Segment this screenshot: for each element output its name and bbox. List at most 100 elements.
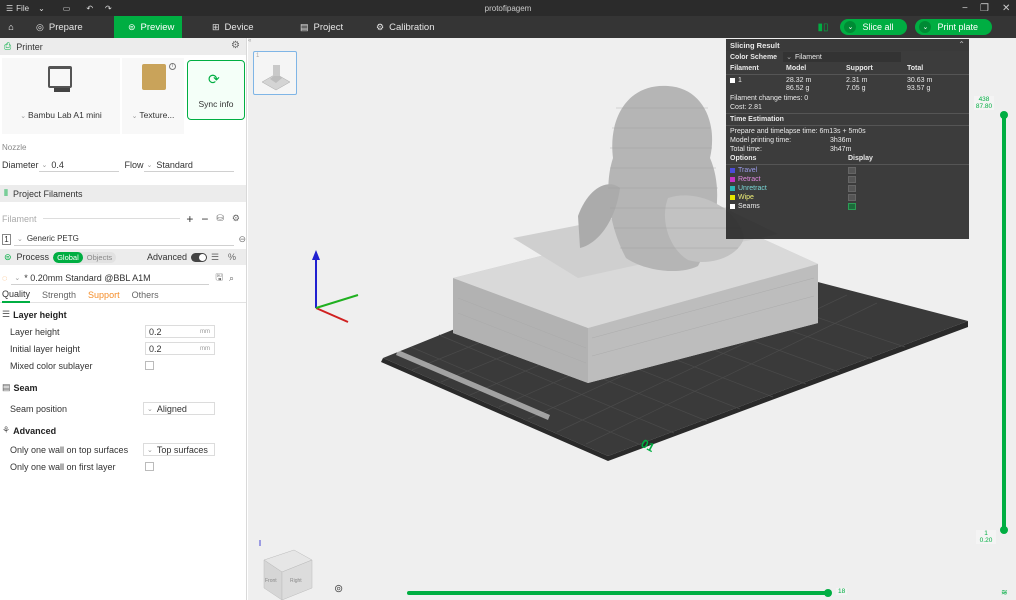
flow-dropdown[interactable]: ⌄ Standard (143, 159, 234, 172)
tab-preview[interactable]: ⊜ Preview (114, 16, 182, 38)
tab-calibration[interactable]: ⚙ Calibration (358, 16, 449, 38)
filament-toolbar: Filament + − ⛁ ⚙ (0, 210, 246, 227)
close-icon[interactable]: ✕ (1002, 0, 1010, 16)
cube-icon: ◎ (36, 21, 44, 32)
chevron-down-icon: ⌄ (38, 3, 45, 13)
layer-height-row: Layer height 0.2 mm (0, 323, 246, 340)
global-objects-switch[interactable]: Global Objects (53, 251, 117, 263)
printer-selector[interactable]: ⌄ Bambu Lab A1 mini (2, 58, 120, 134)
move-slider-handle[interactable] (824, 589, 832, 597)
seam-position-dropdown[interactable]: ⌄ Aligned (143, 402, 215, 415)
seam-position-label: Seam position (10, 403, 68, 414)
save-icon[interactable]: ▭ (63, 4, 71, 13)
layer-slider-bottom-handle[interactable] (1000, 526, 1008, 534)
tab-project[interactable]: ▤ Project (278, 16, 358, 38)
support-weight: 7.05 g (846, 85, 866, 92)
model-print-time-value: 3h36m (830, 137, 852, 144)
remove-filament-icon[interactable]: − (201, 212, 208, 226)
list-item[interactable]: 1 ⌄ Generic PETG ⊖ (0, 229, 246, 249)
total-weight: 93.57 g (907, 85, 931, 92)
view-cube-front[interactable]: Front (265, 578, 277, 584)
list-icon[interactable]: ☰ (211, 252, 219, 263)
process-preset-dropdown[interactable]: ⌄ * 0.20mm Standard @BBL A1M (11, 272, 210, 285)
unretract-checkbox[interactable] (848, 185, 856, 192)
filament-group-icon[interactable]: ⛁ (216, 213, 224, 224)
move-slider-value: 18 (836, 588, 848, 595)
tab-device[interactable]: ⊞ Device (182, 16, 278, 38)
chevron-down-icon: ⌄ (14, 274, 21, 282)
filaments-section-header: ⦀ Project Filaments (0, 185, 246, 202)
home-icon[interactable]: ⌂ (0, 16, 22, 38)
plate-name-row: ⌄ Texture... (122, 110, 184, 120)
chevron-down-icon: ⌄ (147, 446, 153, 454)
layer-slider-top-handle[interactable] (1000, 111, 1008, 119)
calibration-icon: ⚙ (376, 21, 385, 32)
mixed-color-checkbox[interactable] (145, 361, 154, 370)
move-slider-track[interactable] (407, 591, 828, 595)
diameter-dropdown[interactable]: ⌄ 0.4 (38, 159, 119, 172)
tab-project-label: Project (313, 21, 344, 33)
view-cube-right[interactable]: Right (290, 578, 302, 584)
view-cube[interactable]: Front Right (256, 538, 316, 600)
print-plate-button[interactable]: ⌄ Print plate (915, 19, 992, 35)
fit-view-icon[interactable]: ⊚ (334, 582, 343, 595)
options-label: Options (730, 155, 757, 162)
settings-icon[interactable]: ⚙ (231, 40, 240, 51)
printer-image (48, 66, 72, 92)
restore-icon[interactable]: ❐ (980, 0, 989, 16)
minimize-icon[interactable]: − (962, 0, 968, 16)
color-scheme-dropdown[interactable]: ⌄ Filament (783, 52, 902, 62)
wipe-checkbox[interactable] (848, 194, 856, 201)
slicing-result-header[interactable]: Slicing Result ⌃ (726, 39, 969, 51)
hamburger-icon: ☰ (6, 3, 14, 13)
redo-icon[interactable]: ↷ (105, 4, 112, 13)
tab-prepare[interactable]: ◎ Prepare (22, 16, 114, 38)
sync-info-button[interactable]: ⟳ Sync info (187, 60, 245, 120)
seams-swatch (730, 204, 735, 209)
search-icon[interactable]: ⌕ (229, 273, 234, 284)
diameter-value: 0.4 (51, 159, 64, 170)
mixed-color-row: Mixed color sublayer (0, 357, 246, 374)
filament-change-times: Filament change times: 0 (730, 95, 809, 102)
travel-checkbox[interactable] (848, 167, 856, 174)
chevron-up-icon[interactable]: ⌃ (958, 40, 965, 49)
layers-icon[interactable]: ≋ (1001, 588, 1008, 597)
info-icon[interactable]: i (169, 63, 176, 70)
file-menu[interactable]: ☰ File ⌄ (6, 4, 45, 13)
chevron-down-icon[interactable]: ⌄ (844, 21, 857, 33)
global-option[interactable]: Global (53, 251, 83, 263)
one-wall-first-checkbox[interactable] (145, 462, 154, 471)
one-wall-top-dropdown[interactable]: ⌄ Top surfaces (143, 443, 215, 456)
objects-option[interactable]: Objects (83, 252, 116, 263)
tab-strength[interactable]: Strength (42, 288, 76, 303)
plate-type-selector[interactable]: i ⌄ Texture... (122, 58, 184, 134)
retract-checkbox[interactable] (848, 176, 856, 183)
undo-icon[interactable]: ↶ (86, 4, 93, 13)
edit-filament-icon[interactable]: ⊖ (238, 234, 246, 245)
filament-dropdown[interactable]: ⌄ Generic PETG (13, 233, 235, 246)
chevron-down-icon[interactable]: ⌄ (919, 21, 932, 33)
add-filament-icon[interactable]: + (186, 212, 193, 226)
retract-swatch (730, 177, 735, 182)
tab-support[interactable]: Support (88, 288, 120, 303)
layer-height-input[interactable]: 0.2 mm (145, 325, 215, 338)
bottom-layer-label: 1 0.20 (976, 530, 996, 544)
filament-table-header: Filament Model Support Total (726, 63, 969, 73)
advanced-toggle[interactable] (191, 253, 207, 262)
seams-checkbox[interactable] (848, 203, 856, 210)
layer-slider-track[interactable] (1002, 116, 1006, 530)
printer-section-header: ⎙ Printer ⚙ (0, 38, 246, 55)
save-preset-icon[interactable]: 🖫 (215, 270, 223, 286)
mixed-color-label: Mixed color sublayer (10, 360, 93, 371)
settings-icon[interactable]: ⚙ (232, 213, 240, 224)
slice-all-button[interactable]: ⌄ Slice all (840, 19, 908, 35)
tab-quality[interactable]: Quality (2, 288, 31, 303)
wipe-swatch (730, 195, 735, 200)
plate-icon[interactable]: ▮▯ (817, 22, 828, 33)
options-header: Options Display (726, 154, 969, 163)
support-length: 2.31 m (846, 77, 868, 84)
tab-others[interactable]: Others (132, 288, 159, 303)
compare-icon[interactable]: % (228, 252, 236, 262)
filament-row-index: 1 (738, 77, 742, 84)
initial-layer-height-input[interactable]: 0.2 mm (145, 342, 215, 355)
